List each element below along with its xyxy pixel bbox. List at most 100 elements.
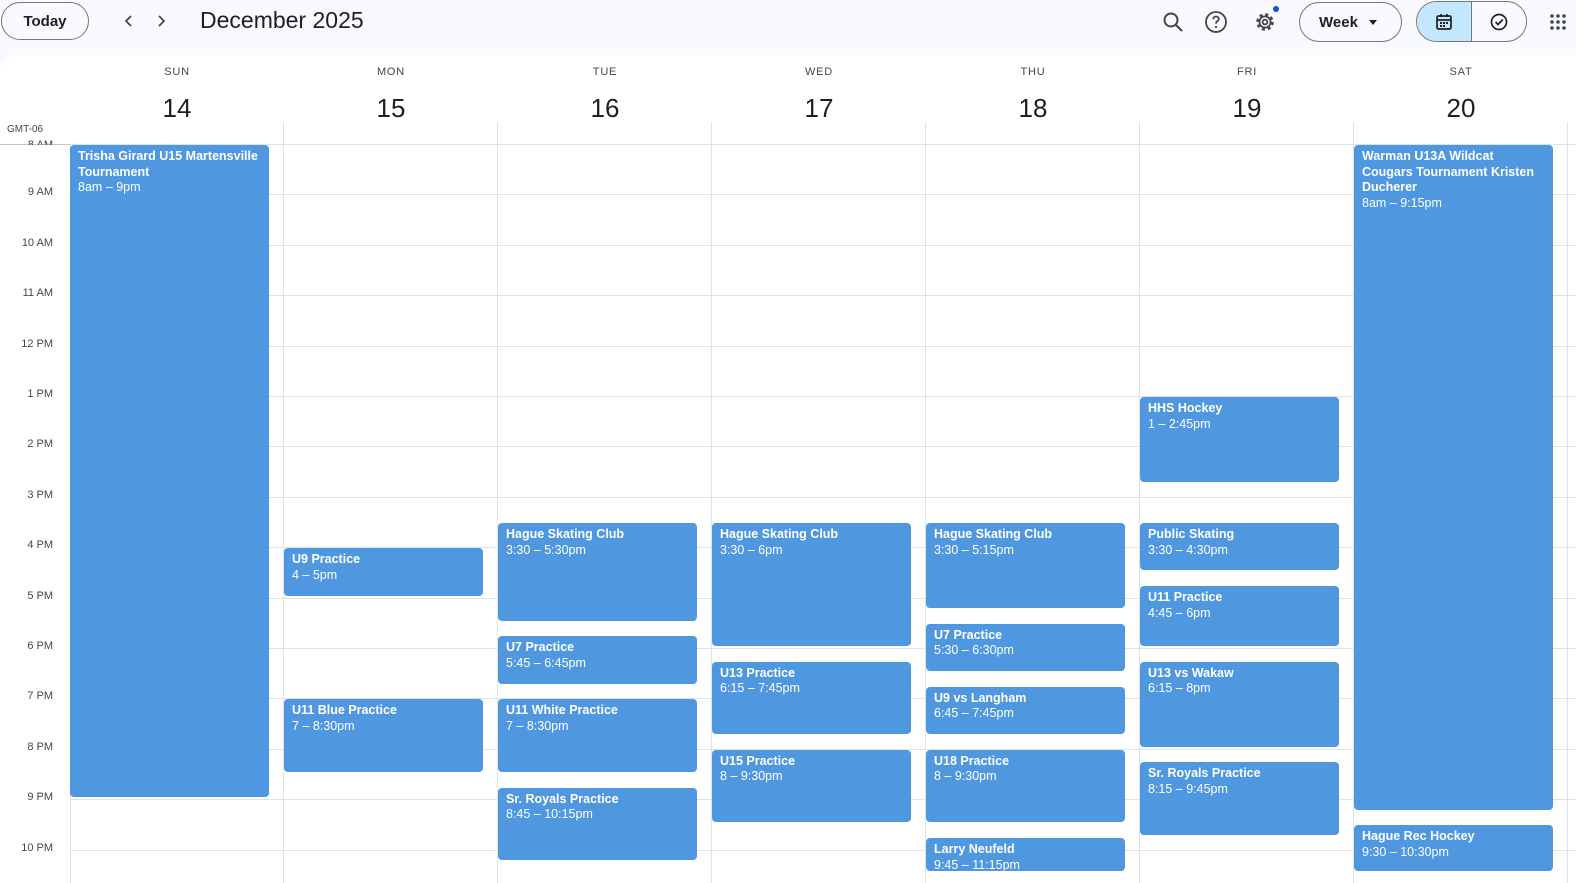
event-title: U13 vs Wakaw bbox=[1148, 665, 1234, 680]
hour-gridline bbox=[70, 396, 1576, 397]
event-title: HHS Hockey bbox=[1148, 401, 1223, 415]
view-selector[interactable]: Week bbox=[1299, 2, 1402, 42]
hour-gridline bbox=[70, 194, 1576, 196]
day-header[interactable]: SUN 14 bbox=[70, 55, 284, 135]
calendar-event[interactable]: U11 Practice 4:45 – 6pm bbox=[1140, 586, 1339, 646]
event-time: 4 – 5pm bbox=[292, 567, 338, 582]
event-time: 1 – 2:45pm bbox=[1148, 416, 1211, 431]
day-of-week-label: MON bbox=[376, 66, 406, 78]
event-time: 7 – 8:30pm bbox=[292, 718, 355, 733]
event-title: Hague Skating Club bbox=[506, 527, 625, 541]
calendar-event[interactable]: Larry Neufeld 9:45 – 11:15pm bbox=[926, 838, 1125, 871]
day-number[interactable]: 20 bbox=[1354, 93, 1568, 124]
hour-label: 9 AM bbox=[27, 186, 53, 199]
calendar-event[interactable]: Hague Skating Club 3:30 – 5:30pm bbox=[498, 523, 697, 621]
calendar-event[interactable]: HHS Hockey 1 – 2:45pm bbox=[1140, 397, 1339, 483]
event-title: Warman U13A Wildcat Cougars Tournament K… bbox=[1362, 149, 1535, 194]
hour-gridline bbox=[70, 345, 1576, 347]
day-number[interactable]: 16 bbox=[498, 93, 712, 124]
event-title: U7 Practice bbox=[506, 640, 575, 655]
hour-label: 11 AM bbox=[22, 287, 53, 300]
hour-label: 6 PM bbox=[27, 640, 53, 652]
calendar-event[interactable]: U11 White Practice 7 – 8:30pm bbox=[498, 699, 697, 772]
calendar-event[interactable]: U13 Practice 6:15 – 7:45pm bbox=[712, 661, 911, 735]
day-of-week-label: SUN bbox=[164, 66, 190, 78]
hour-gridline bbox=[70, 849, 1576, 851]
hour-gridline bbox=[70, 496, 1576, 498]
day-of-week-label: SAT bbox=[1449, 66, 1473, 78]
calendar-event[interactable]: U18 Practice 8 – 9:30pm bbox=[926, 749, 1125, 823]
apps-button[interactable] bbox=[1541, 5, 1575, 39]
event-time: 8am – 9pm bbox=[78, 180, 141, 194]
calendar-event[interactable]: Public Skating 3:30 – 4:30pm bbox=[1140, 523, 1339, 571]
event-title: Larry Neufeld bbox=[934, 842, 1015, 856]
tasks-view-button[interactable] bbox=[1472, 2, 1526, 41]
hour-gridline bbox=[70, 648, 1576, 649]
event-time: 5:45 – 6:45pm bbox=[506, 655, 586, 670]
day-of-week-label: TUE bbox=[592, 66, 618, 78]
event-title: Public Skating bbox=[1148, 527, 1235, 541]
calendar-event[interactable]: U11 Blue Practice 7 – 8:30pm bbox=[284, 699, 483, 772]
event-time: 8 – 9:30pm bbox=[934, 769, 997, 784]
event-time: 5:30 – 6:30pm bbox=[934, 643, 1014, 658]
event-title: U11 Practice bbox=[1148, 590, 1223, 604]
chevron-left-icon bbox=[124, 15, 132, 27]
event-time: 3:30 – 6pm bbox=[720, 542, 783, 557]
next-week-button[interactable] bbox=[146, 6, 176, 36]
event-time: 3:30 – 4:30pm bbox=[1148, 542, 1228, 557]
calendar-event[interactable]: U9 vs Langham 6:45 – 7:45pm bbox=[926, 686, 1125, 735]
calendar-event[interactable]: U15 Practice 8 – 9:30pm bbox=[712, 749, 911, 823]
calendar-event[interactable]: Hague Skating Club 3:30 – 6pm bbox=[712, 523, 911, 646]
search-button[interactable] bbox=[1156, 5, 1190, 39]
event-time: 8:45 – 10:15pm bbox=[506, 807, 593, 822]
day-header[interactable]: SAT 20 bbox=[1354, 55, 1568, 135]
hour-gridline bbox=[70, 144, 1576, 145]
calendar-event[interactable]: Trisha Girard U15 Martensville Tournamen… bbox=[70, 145, 269, 798]
event-time: 9:45 – 11:15pm bbox=[934, 857, 1020, 872]
day-header[interactable]: WED 17 bbox=[712, 55, 926, 135]
previous-week-button[interactable] bbox=[114, 6, 144, 36]
calendar-event[interactable]: U9 Practice 4 – 5pm bbox=[284, 548, 483, 596]
day-number[interactable]: 17 bbox=[712, 93, 926, 124]
event-title: U9 vs Langham bbox=[934, 690, 1027, 705]
hour-label: 10 AM bbox=[21, 236, 53, 249]
day-number[interactable]: 18 bbox=[926, 93, 1140, 124]
event-title: Hague Rec Hockey bbox=[1362, 829, 1475, 844]
day-number[interactable]: 19 bbox=[1140, 93, 1354, 124]
hour-label: 10 PM bbox=[21, 841, 53, 854]
day-header[interactable]: THU 18 bbox=[926, 55, 1140, 135]
event-title: U18 Practice bbox=[934, 753, 1010, 768]
search-icon bbox=[1163, 12, 1183, 32]
day-number[interactable]: 15 bbox=[284, 93, 498, 124]
day-number[interactable]: 14 bbox=[70, 93, 284, 124]
top-toolbar: Today December 2025 Week bbox=[0, 0, 1576, 44]
hour-label: 2 PM bbox=[27, 438, 53, 451]
day-header[interactable]: FRI 19 bbox=[1140, 55, 1354, 135]
help-button[interactable] bbox=[1199, 5, 1233, 39]
caret-down-icon bbox=[1369, 20, 1377, 25]
day-header[interactable]: TUE 16 bbox=[498, 55, 712, 135]
event-time: 6:45 – 7:45pm bbox=[934, 706, 1014, 721]
event-title: U11 Blue Practice bbox=[292, 703, 397, 718]
calendar-event[interactable]: Sr. Royals Practice 8:45 – 10:15pm bbox=[498, 787, 697, 861]
event-time: 6:15 – 8pm bbox=[1148, 681, 1211, 696]
calendar-event[interactable]: Warman U13A Wildcat Cougars Tournament K… bbox=[1354, 145, 1553, 810]
help-icon bbox=[1205, 11, 1227, 33]
event-title: Sr. Royals Practice bbox=[1148, 766, 1261, 781]
calendar-event[interactable]: U7 Practice 5:30 – 6:30pm bbox=[926, 623, 1125, 672]
today-button[interactable]: Today bbox=[1, 2, 89, 40]
calendar-event[interactable]: U7 Practice 5:45 – 6:45pm bbox=[498, 636, 697, 684]
hour-gridline bbox=[70, 446, 1576, 448]
event-time: 8:15 – 9:45pm bbox=[1148, 781, 1228, 796]
day-header[interactable]: MON 15 bbox=[284, 55, 498, 135]
calendar-view-button[interactable] bbox=[1417, 2, 1472, 41]
calendar-event[interactable]: Hague Skating Club 3:30 – 5:15pm bbox=[926, 523, 1125, 609]
gear-icon bbox=[1256, 13, 1274, 31]
calendar-event[interactable]: U13 vs Wakaw 6:15 – 8pm bbox=[1140, 661, 1339, 747]
month-title: December 2025 bbox=[200, 7, 364, 33]
hour-gridline bbox=[70, 244, 1576, 246]
event-time: 7 – 8:30pm bbox=[506, 718, 569, 733]
event-title: U13 Practice bbox=[720, 665, 796, 680]
calendar-event[interactable]: Sr. Royals Practice 8:15 – 9:45pm bbox=[1140, 762, 1339, 835]
calendar-event[interactable]: Hague Rec Hockey 9:30 – 10:30pm bbox=[1354, 825, 1553, 871]
